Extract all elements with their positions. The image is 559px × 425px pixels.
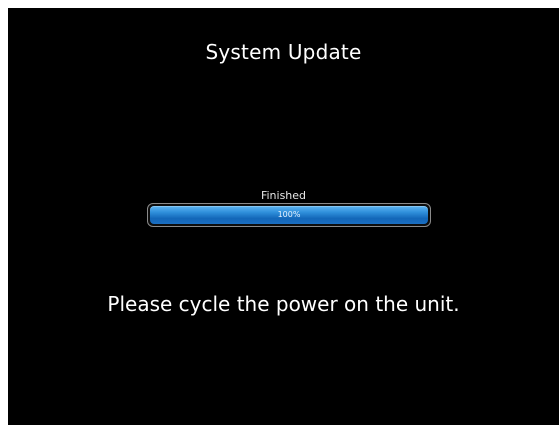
progress-bar-fill: 100% bbox=[150, 206, 428, 224]
progress-percent-label: 100% bbox=[277, 210, 301, 219]
instruction-message: Please cycle the power on the unit. bbox=[107, 292, 460, 316]
update-screen: System Update Finished 100% Please cycle… bbox=[8, 8, 559, 425]
progress-bar: 100% bbox=[147, 203, 431, 227]
progress-status-label: Finished bbox=[260, 189, 307, 202]
screen-title: System Update bbox=[205, 40, 362, 64]
